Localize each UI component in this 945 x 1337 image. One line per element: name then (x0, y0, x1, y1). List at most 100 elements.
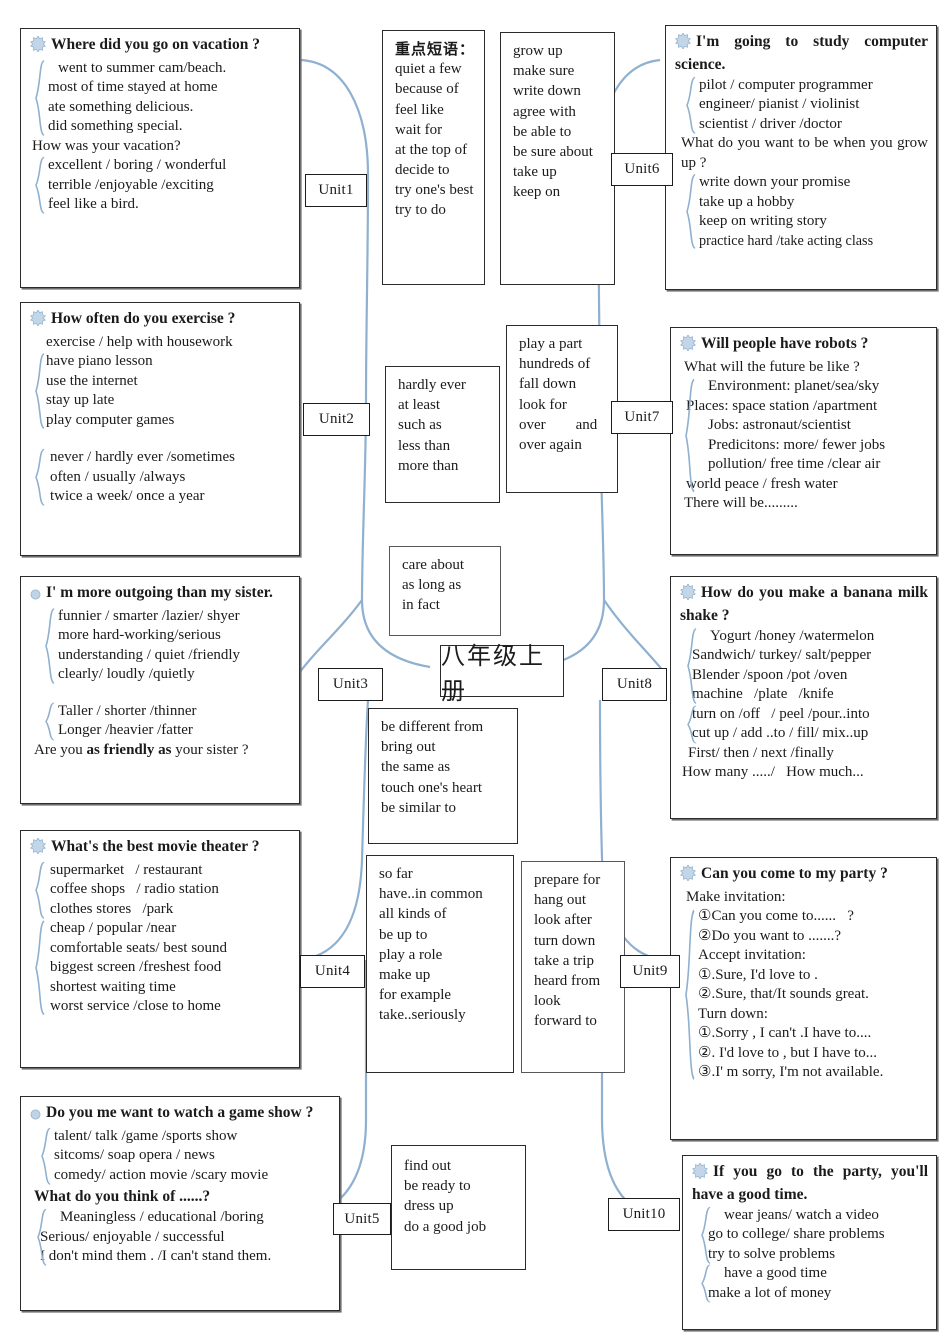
curly-brace-icon (683, 76, 697, 135)
list-item: scientist / driver /doctor (699, 115, 842, 132)
list-item: play computer games (46, 411, 175, 428)
care-about-phrases-box[interactable]: care about as long as in fact (389, 546, 501, 636)
unit6-card[interactable]: I'm going to study computer science. pil… (665, 25, 937, 290)
list-item: clearly/ loudly /quietly (58, 666, 195, 683)
unit7-question-line: What will the future be like ? (684, 358, 860, 375)
grow-up-phrases-box[interactable]: grow up make sure write down agree with … (500, 32, 615, 285)
list-item: pilot / computer programmer (699, 76, 873, 93)
list-item: more than (398, 457, 459, 474)
list-item: agree with (513, 103, 576, 120)
unit1-group1: went to summer cam/beach. most of time s… (30, 59, 291, 137)
list-item: pollution/ free time /clear air (708, 456, 881, 473)
list-item: as long as (402, 577, 462, 594)
unit4-label-chip[interactable]: Unit4 (300, 955, 365, 988)
list-item: did something special. (48, 118, 183, 135)
unit1-card[interactable]: Where did you go on vacation ? went to s… (20, 28, 300, 288)
unit2-heading-text: How often do you exercise ? (51, 310, 236, 327)
list-item: decide to (395, 162, 450, 179)
list-item: have piano lesson (46, 353, 153, 370)
list-item: went to summer cam/beach. (58, 59, 227, 76)
list-item: grow up (513, 43, 563, 59)
unit9-card[interactable]: Can you come to my party ? Make invitati… (670, 857, 937, 1140)
unit10-group2: have a good time make a lot of money (692, 1264, 928, 1303)
list-item: excellent / boring / wonderful (48, 157, 227, 174)
unit9-line-8: ①.Sorry , I can't .I have to.... (698, 1025, 872, 1042)
unit9-line-1: Make invitation: (686, 888, 786, 905)
list-item: be ready to (404, 1178, 471, 1195)
unit7-label-chip[interactable]: Unit7 (611, 401, 673, 434)
list-item: turn on /off / peel /pour..into (692, 705, 870, 722)
list-item: ate something delicious. (48, 98, 194, 115)
list-item: wear jeans/ watch a video (724, 1206, 879, 1223)
curly-brace-icon (34, 1208, 48, 1267)
list-item: forward to (534, 1013, 597, 1030)
unit9-label-chip[interactable]: Unit9 (620, 955, 680, 988)
star-burst-icon (692, 1162, 708, 1185)
unit3-footer: Are you as friendly as your sister ? (30, 741, 291, 761)
unit1-label-chip[interactable]: Unit1 (305, 174, 367, 207)
star-burst-icon (680, 334, 696, 357)
unit3-label-text: Unit3 (332, 676, 369, 692)
list-item: talent/ talk /game /sports show (54, 1127, 238, 1144)
unit6-label-chip[interactable]: Unit6 (611, 153, 673, 186)
unit8-label-chip[interactable]: Unit8 (602, 668, 667, 701)
unit3-footer-pre: Are you (34, 741, 87, 758)
unit10-label-chip[interactable]: Unit10 (608, 1198, 680, 1231)
list-item: wait for (395, 121, 443, 138)
unit7-card[interactable]: Will people have robots ? What will the … (670, 327, 937, 555)
unit3-heading-text: I' m more outgoing than my sister. (46, 584, 273, 601)
unit5-card[interactable]: Do you me want to watch a game show ? ta… (20, 1096, 340, 1311)
hardly-ever-phrases-box[interactable]: hardly ever at least such as less than m… (385, 366, 500, 503)
unit10-card[interactable]: If you go to the party, you'll have a go… (682, 1155, 937, 1330)
key-phrases-box[interactable]: 重点短语： quiet a few because of feel like w… (382, 30, 485, 285)
unit2-card[interactable]: How often do you exercise ? exercise / h… (20, 302, 300, 556)
list-item: Serious/ enjoyable / successful (40, 1228, 225, 1245)
list-item: have..in common (379, 886, 483, 903)
key-phrases-title: 重点短语： (395, 40, 476, 58)
list-item: more hard-working/serious (58, 627, 221, 644)
so-far-phrases-box[interactable]: so far have..in common all kinds of be u… (366, 855, 514, 1073)
unit10-heading-text: If you go to the party, you'll have a go… (692, 1163, 928, 1203)
unit8-card[interactable]: How do you make a banana milk shake ? Yo… (670, 576, 937, 819)
curly-brace-icon (684, 705, 698, 744)
find-out-phrases-box[interactable]: find out be ready to dress up do a good … (391, 1145, 526, 1270)
list-item: take..seriously (379, 1007, 466, 1024)
list-item: cheap / popular /near (50, 920, 177, 937)
list-item: so far (379, 866, 413, 882)
star-burst-icon (30, 837, 46, 860)
unit9-line-7: Turn down: (698, 1005, 768, 1022)
unit4-card[interactable]: What's the best movie theater ? supermar… (20, 830, 300, 1068)
unit3-group2: Taller / shorter /thinner Longer /heavie… (30, 702, 291, 741)
unit3-card[interactable]: I' m more outgoing than my sister. funni… (20, 576, 300, 804)
unit9-heading: Can you come to my party ? (680, 864, 928, 887)
curly-brace-icon (684, 627, 698, 705)
list-item: keep on writing story (699, 213, 827, 230)
unit8-heading-text: How do you make a banana milk shake ? (680, 584, 928, 624)
curly-brace-icon (698, 1206, 712, 1265)
unit1-question-line: How was your vacation? (32, 137, 181, 154)
unit9-group: ①Can you come to...... ? ②Do you want to… (680, 907, 928, 1083)
unit3-label-chip[interactable]: Unit3 (318, 668, 383, 701)
list-item: world peace / fresh water (686, 475, 838, 492)
list-item: feel like (395, 101, 444, 118)
list-item: clothes stores /park (50, 900, 174, 917)
list-item: I don't mind them . /I can't stand them. (40, 1248, 272, 1265)
unit9-line-3: ②Do you want to .......? (698, 927, 842, 944)
play-a-part-phrases-box[interactable]: play a part hundreds of fall down look f… (506, 325, 618, 493)
list-item: Places: space station /apartment (686, 397, 878, 414)
unit5-group2: Meaningless / educational /boring Seriou… (30, 1208, 331, 1267)
unit8-footer1: First/ then / next /finally (688, 744, 834, 761)
unit4-label-text: Unit4 (314, 963, 351, 979)
list-item: over again (519, 436, 582, 453)
list-item: try to solve problems (708, 1245, 836, 1262)
unit5-label-chip[interactable]: Unit5 (333, 1203, 391, 1235)
list-item: understanding / quiet /friendly (58, 646, 241, 663)
unit9-line-6: ②.Sure, that/It sounds great. (698, 986, 869, 1003)
be-different-from-phrases-box[interactable]: be different from bring out the same as … (368, 708, 518, 844)
list-item: over and (519, 416, 598, 433)
curly-brace-icon (698, 1264, 712, 1303)
unit2-label-chip[interactable]: Unit2 (303, 403, 370, 436)
star-burst-icon (675, 32, 691, 55)
list-item: make a lot of money (708, 1284, 832, 1301)
prepare-for-phrases-box[interactable]: prepare for hang out look after turn dow… (521, 861, 625, 1073)
